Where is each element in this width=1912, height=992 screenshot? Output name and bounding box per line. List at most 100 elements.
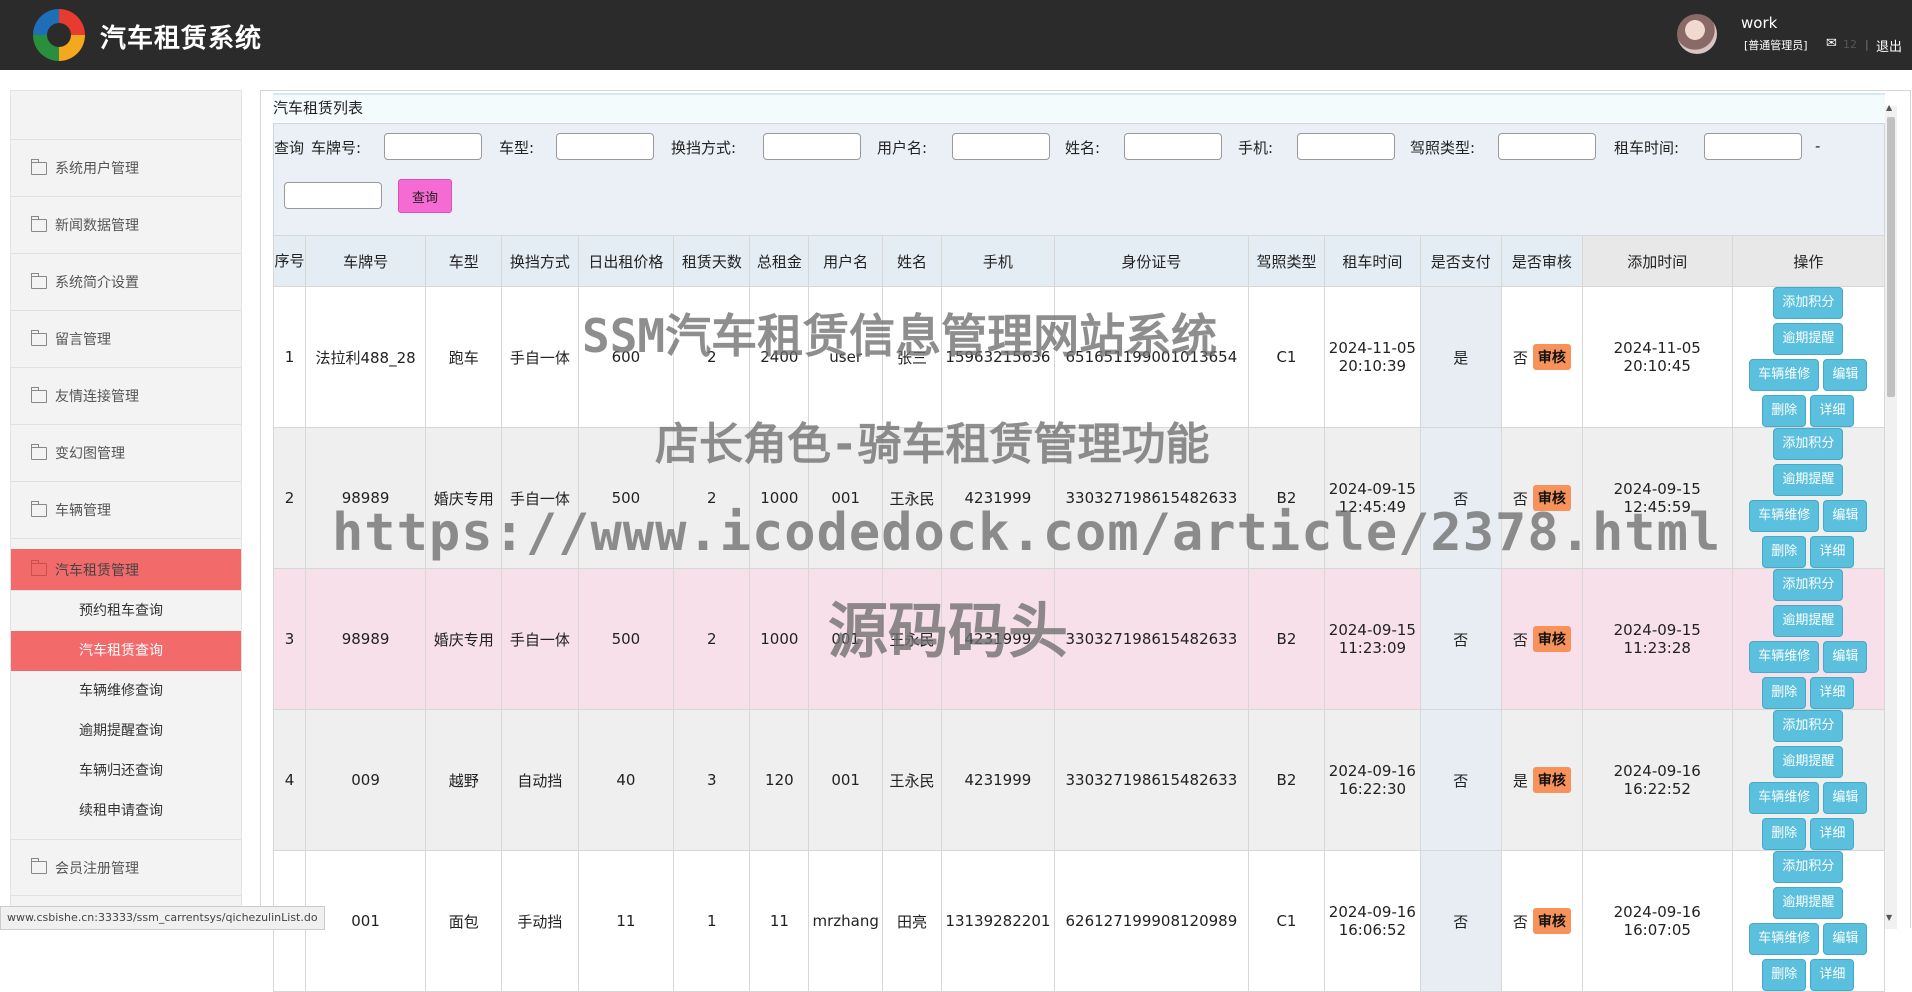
cell-days: 2 [673,568,751,710]
sidebar-item-vehicles[interactable]: 车辆管理 [11,482,241,539]
detail-button[interactable]: 详细 [1810,959,1855,991]
add-points-button[interactable]: 添加积分 [1773,428,1844,460]
sidebar-item-label: 新闻数据管理 [55,218,139,234]
cell-license: C1 [1247,850,1326,992]
sidebar-item-members[interactable]: 会员注册管理 [11,839,241,896]
phone-input[interactable] [1297,133,1395,160]
detail-button[interactable]: 详细 [1810,818,1855,850]
cell-total: 2400 [749,286,810,428]
add-points-button[interactable]: 添加积分 [1773,287,1844,319]
cell-gear: 自动挡 [501,709,579,851]
logout-link[interactable]: 退出 [1876,36,1902,55]
submenu-item-repair[interactable]: 车辆维修查询 [11,671,241,711]
name-input[interactable] [1124,133,1222,160]
col-username: 用户名 [808,235,883,287]
audit-button[interactable]: 审核 [1532,908,1571,934]
gear-label: 换挡方式: [671,139,737,157]
edit-button[interactable]: 编辑 [1823,359,1868,391]
cell-ops: 添加积分 逾期提醒 车辆维修 编辑 删除 详细 [1731,709,1886,851]
cell-name: 张三 [882,286,942,428]
edit-button[interactable]: 编辑 [1823,500,1868,532]
overdue-remind-button[interactable]: 逾期提醒 [1773,887,1844,919]
rent-time-end-input[interactable] [284,182,382,209]
rent-clock: 12:45:49 [1338,498,1407,516]
audit-button[interactable]: 审核 [1532,485,1571,511]
query-button[interactable]: 查询 [398,179,452,213]
overdue-remind-button[interactable]: 逾期提醒 [1773,605,1844,637]
add-points-button[interactable]: 添加积分 [1773,851,1844,883]
audit-button[interactable]: 审核 [1532,767,1571,793]
cell-phone: 13139282201 [940,850,1055,992]
overdue-remind-button[interactable]: 逾期提醒 [1773,746,1844,778]
cell-days: 2 [673,427,751,569]
submenu-item-reservation[interactable]: 预约租车查询 [11,591,241,631]
sidebar-item-messages[interactable]: 留言管理 [11,311,241,368]
repair-button[interactable]: 车辆维修 [1749,782,1820,814]
sidebar-item-system-users[interactable]: 系统用户管理 [11,140,241,197]
cell-name: 王永民 [882,427,942,569]
col-rent-time: 租车时间 [1324,235,1421,287]
cell-ops: 添加积分 逾期提醒 车辆维修 编辑 删除 详细 [1731,286,1886,428]
overdue-remind-button[interactable]: 逾期提醒 [1773,464,1844,496]
detail-button[interactable]: 详细 [1810,677,1855,709]
user-role: [普通管理员] [1744,39,1808,52]
cell-paid: 否 [1419,427,1502,569]
mail-icon[interactable]: ✉ [1826,36,1837,51]
add-points-button[interactable]: 添加积分 [1773,569,1844,601]
submenu-item-return[interactable]: 车辆归还查询 [11,751,241,791]
cell-model: 越野 [425,709,503,851]
scrollbar-thumb[interactable] [1887,117,1895,397]
rent-date: 2024-11-05 [1328,339,1416,357]
repair-button[interactable]: 车辆维修 [1749,359,1820,391]
sidebar-item-intro[interactable]: 系统简介设置 [11,254,241,311]
table-body: 1 法拉利488_28 跑车 手自一体 600 2 2400 user 张三 1596321563… [273,286,1886,992]
username-input[interactable] [952,133,1050,160]
main-panel: 汽车租赁列表 查询 车牌号: 车型: 换挡方式: 用户名: 姓名: 手机: 驾照… [260,90,1911,992]
submenu-item-renewal[interactable]: 续租申请查询 [11,791,241,831]
add-points-button[interactable]: 添加积分 [1773,710,1844,742]
delete-button[interactable]: 删除 [1762,536,1807,568]
plate-input[interactable] [384,133,482,160]
sidebar-item-links[interactable]: 友情连接管理 [11,368,241,425]
sidebar-item-rental-management[interactable]: 汽车租赁管理 [11,549,241,591]
sidebar-item-carousel[interactable]: 变幻图管理 [11,425,241,482]
model-input[interactable] [556,133,654,160]
edit-button[interactable]: 编辑 [1823,782,1868,814]
repair-button[interactable]: 车辆维修 [1749,641,1820,673]
submenu-item-rental-query[interactable]: 汽车租赁查询 [11,631,241,671]
rent-date: 2024-09-16 [1328,762,1416,780]
user-avatar[interactable] [1677,14,1717,54]
delete-button[interactable]: 删除 [1762,959,1807,991]
delete-button[interactable]: 删除 [1762,677,1807,709]
panel-title-text: 汽车租赁列表 [273,99,364,117]
detail-button[interactable]: 详细 [1810,536,1855,568]
col-idcard: 身份证号 [1053,235,1249,287]
sidebar-item-news[interactable]: 新闻数据管理 [11,197,241,254]
audit-button[interactable]: 审核 [1532,344,1571,370]
audited-value: 否 [1512,489,1528,508]
submenu-item-overdue[interactable]: 逾期提醒查询 [11,711,241,751]
scroll-up-arrow-icon[interactable]: ▲ [1886,103,1892,112]
cell-paid: 否 [1419,709,1502,851]
cell-phone: 15963215636 [940,286,1055,428]
sidebar-top-spacer [11,91,241,140]
overdue-remind-button[interactable]: 逾期提醒 [1773,323,1844,355]
edit-button[interactable]: 编辑 [1823,641,1868,673]
repair-button[interactable]: 车辆维修 [1749,500,1820,532]
cell-ops: 添加积分 逾期提醒 车辆维修 编辑 删除 详细 [1731,568,1886,710]
delete-button[interactable]: 删除 [1762,818,1807,850]
license-input[interactable] [1498,133,1596,160]
top-bar: 汽车租赁系统 work [普通管理员] ✉ 12 | 退出 [0,0,1912,70]
folder-icon [31,329,47,346]
scroll-down-arrow-icon[interactable]: ▼ [1886,913,1892,922]
delete-button[interactable]: 删除 [1762,395,1807,427]
table-row: 3 98989 婚庆专用 手自一体 500 2 1000 001 王永民 4231999 33032… [273,568,1886,710]
cell-seq: 4 [273,709,306,851]
detail-button[interactable]: 详细 [1810,395,1855,427]
audit-button[interactable]: 审核 [1532,626,1571,652]
rent-time-start-input[interactable] [1704,133,1802,160]
gear-input[interactable] [763,133,861,160]
rent-clock: 16:22:30 [1338,780,1407,798]
cell-seq: 1 [273,286,306,428]
col-days: 租赁天数 [673,235,751,287]
